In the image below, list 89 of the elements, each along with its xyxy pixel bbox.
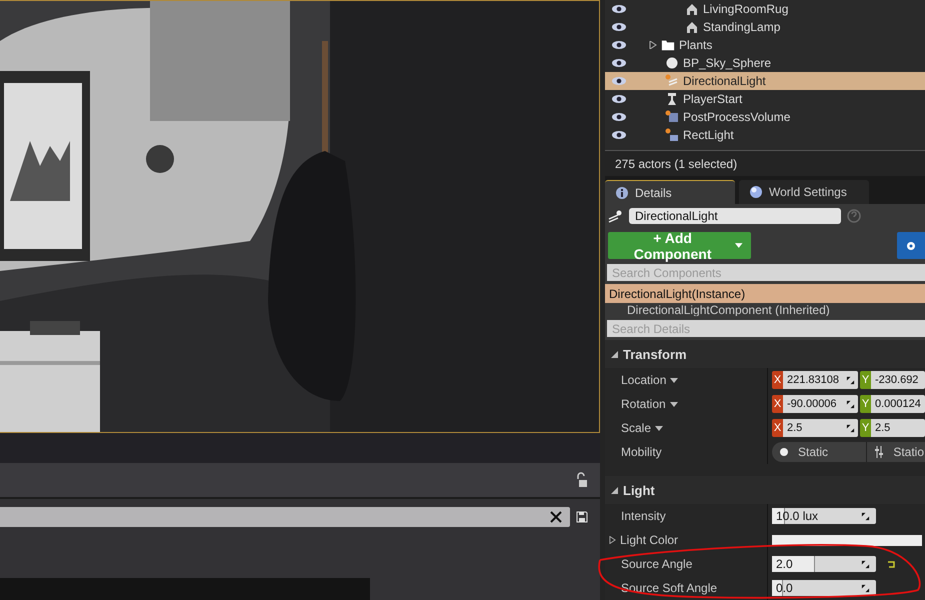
- search-field[interactable]: Search Components: [607, 264, 925, 281]
- eye-icon[interactable]: [611, 112, 627, 122]
- slider-field[interactable]: 0.0: [772, 580, 876, 596]
- eye-icon[interactable]: [611, 40, 627, 50]
- outliner-item: PostProcessVolume: [683, 110, 790, 124]
- property-label: Light Color: [620, 533, 678, 547]
- outliner-row[interactable]: PlayerStart: [605, 90, 925, 108]
- axis-label: Y: [860, 371, 871, 389]
- caret-icon[interactable]: [655, 426, 664, 430]
- actor-count: 275 actors (1 selected): [615, 156, 738, 171]
- caret-icon: [735, 243, 743, 248]
- collapse-arrow-icon[interactable]: [611, 486, 618, 494]
- panel-tab[interactable]: World Settings: [739, 180, 869, 204]
- blueprint-button[interactable]: [896, 232, 925, 259]
- number-field[interactable]: 2.5: [783, 419, 858, 437]
- name-field[interactable]: DirectionalLight: [629, 208, 841, 224]
- lamp-icon: [665, 128, 679, 142]
- close-icon[interactable]: [550, 511, 562, 523]
- number-field[interactable]: 0.000124: [871, 395, 925, 413]
- drag-arrows-icon: [861, 584, 870, 592]
- outliner-item: DirectionalLight: [683, 74, 766, 88]
- caret-icon[interactable]: [670, 378, 678, 382]
- outliner-item[interactable]: LivingRoomRug: [703, 2, 788, 16]
- expand-arrow-icon[interactable]: [649, 41, 657, 49]
- lock-icon[interactable]: [576, 472, 588, 488]
- slider-field[interactable]: 10.0 lux: [772, 508, 876, 524]
- eye-icon[interactable]: [611, 130, 627, 140]
- player-icon: [665, 92, 679, 106]
- dot-icon: [780, 448, 788, 456]
- outliner-item: PlayerStart: [683, 92, 742, 106]
- number-field[interactable]: -90.00006: [783, 395, 858, 413]
- property-label: Mobility: [621, 445, 662, 459]
- outliner-row[interactable]: Plants: [605, 36, 925, 54]
- property-label: Scale: [621, 421, 652, 435]
- number-field[interactable]: -230.692: [871, 371, 925, 389]
- house-icon: [685, 20, 699, 34]
- property-label: Intensity: [621, 509, 666, 523]
- section-title: Light: [623, 482, 655, 498]
- axis-label: X: [772, 371, 783, 389]
- folder-icon: [661, 38, 675, 52]
- outliner-item: RectLight: [683, 128, 734, 142]
- light-icon: [665, 74, 679, 88]
- mobility-option[interactable]: Static: [772, 442, 866, 462]
- eye-icon[interactable]: [611, 58, 627, 68]
- outliner-item: Plants: [679, 38, 712, 52]
- info-icon: [615, 186, 629, 200]
- axis-label: Y: [860, 419, 871, 437]
- axis-label: X: [772, 419, 783, 437]
- outliner-item: BP_Sky_Sphere: [683, 56, 772, 70]
- caret-icon[interactable]: [670, 402, 678, 406]
- globe-icon: [749, 185, 763, 200]
- section-title: Transform: [623, 346, 687, 362]
- save-icon[interactable]: [576, 511, 588, 523]
- axis-label: X: [772, 395, 783, 413]
- drag-arrows-icon: [846, 424, 855, 432]
- sphere-icon: [665, 56, 679, 70]
- search-field[interactable]: Search Details: [607, 320, 925, 337]
- cube-icon: [665, 110, 679, 124]
- search-field[interactable]: [0, 507, 570, 527]
- outliner-row[interactable]: DirectionalLight: [605, 72, 925, 90]
- component-item[interactable]: DirectionalLight(Instance): [605, 284, 925, 303]
- axis-label: Y: [860, 395, 871, 413]
- drag-arrows-icon: [861, 512, 870, 520]
- color-swatch[interactable]: [772, 534, 922, 546]
- property-label: Rotation: [621, 397, 666, 411]
- eye-icon[interactable]: [611, 4, 627, 14]
- light-icon: [607, 209, 623, 223]
- outliner-row[interactable]: BP_Sky_Sphere: [605, 54, 925, 72]
- collapse-arrow-icon[interactable]: [611, 350, 618, 358]
- gear-icon: [906, 240, 916, 250]
- outliner-item[interactable]: StandingLamp: [703, 20, 780, 34]
- outliner-row[interactable]: PostProcessVolume: [605, 108, 925, 126]
- expand-arrow-icon[interactable]: [609, 536, 616, 544]
- eye-icon[interactable]: [611, 22, 627, 32]
- drag-arrows-icon: [846, 376, 855, 384]
- property-label: Location: [621, 373, 666, 387]
- number-field[interactable]: 221.83108: [783, 371, 858, 389]
- house-icon: [685, 2, 699, 16]
- eye-icon[interactable]: [611, 76, 627, 86]
- number-field[interactable]: 2.5: [871, 419, 925, 437]
- eye-icon[interactable]: [611, 94, 627, 104]
- drag-arrows-icon: [861, 560, 870, 568]
- property-label: Source Angle: [621, 557, 692, 571]
- sliders-icon: [875, 446, 884, 458]
- drag-arrows-icon: [846, 400, 855, 408]
- slider-field[interactable]: 2.0: [772, 556, 876, 572]
- outliner-row[interactable]: RectLight: [605, 126, 925, 144]
- mobility-option[interactable]: Statio: [866, 442, 925, 462]
- panel-tab[interactable]: Details: [605, 180, 735, 204]
